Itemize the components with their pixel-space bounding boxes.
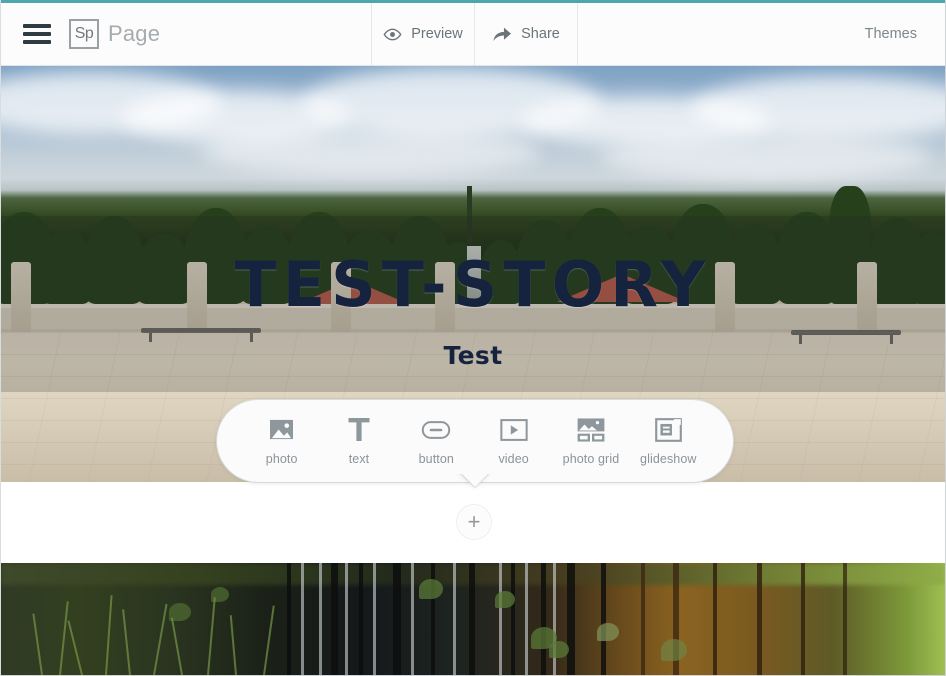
brand[interactable]: Sp Page: [69, 19, 160, 49]
insert-menu-tail: [455, 474, 495, 498]
insert-glideshow-label: glideshow: [640, 451, 697, 466]
preview-label: Preview: [411, 26, 463, 42]
toolbar-spacer: [577, 3, 865, 65]
accent-line: [1, 0, 945, 3]
themes-button[interactable]: Themes: [865, 3, 945, 65]
top-toolbar: Sp Page Preview Share Themes: [1, 3, 945, 66]
insert-menu[interactable]: photo text button video photo grid glide…: [217, 400, 733, 487]
eye-icon: [383, 25, 402, 44]
add-block-button[interactable]: +: [457, 505, 491, 539]
share-label: Share: [521, 26, 560, 42]
spark-page-editor: Sp Page Preview Share Themes TEST-STORY …: [0, 0, 946, 676]
hero-title[interactable]: TEST-STORY: [1, 254, 945, 316]
themes-label: Themes: [864, 26, 917, 42]
share-arrow-icon: [492, 25, 512, 43]
share-button[interactable]: Share: [474, 3, 577, 65]
spark-logo-badge: Sp: [69, 19, 99, 49]
insert-button-label: button: [418, 451, 454, 466]
photo-icon: [269, 417, 294, 443]
hamburger-menu-icon[interactable]: [23, 24, 51, 44]
insert-text-label: text: [348, 451, 370, 466]
page-title: Page: [108, 21, 161, 46]
insert-video-label: video: [498, 451, 529, 466]
hero-subtitle[interactable]: Test: [1, 341, 945, 370]
insert-photo-grid-label: photo grid: [562, 451, 620, 466]
insert-photo-button[interactable]: photo: [245, 417, 319, 466]
toolbar-left-group: Sp Page: [1, 3, 371, 65]
hamburger-bar: [23, 32, 51, 36]
preview-button[interactable]: Preview: [371, 3, 474, 65]
glideshow-icon: [654, 417, 682, 443]
hero-text-block[interactable]: TEST-STORY Test: [1, 254, 945, 371]
text-t-icon: [348, 417, 370, 443]
insert-video-button[interactable]: video: [477, 417, 551, 466]
photo-grid-icon: [577, 417, 605, 443]
hamburger-bar: [23, 24, 51, 28]
insert-photo-label: photo: [265, 451, 298, 466]
insert-glideshow-button[interactable]: glideshow: [631, 417, 705, 466]
button-pill-icon: [421, 417, 451, 443]
insert-button-button[interactable]: button: [399, 417, 473, 466]
hamburger-bar: [23, 40, 51, 44]
cloud: [201, 128, 541, 176]
church-spire: [467, 186, 472, 244]
video-play-icon: [499, 417, 528, 443]
insert-menu-bar: photo text button video photo grid glide…: [217, 400, 733, 482]
insert-photo-grid-button[interactable]: photo grid: [554, 417, 628, 466]
photo-section[interactable]: [1, 563, 945, 675]
insert-text-button[interactable]: text: [322, 417, 396, 466]
